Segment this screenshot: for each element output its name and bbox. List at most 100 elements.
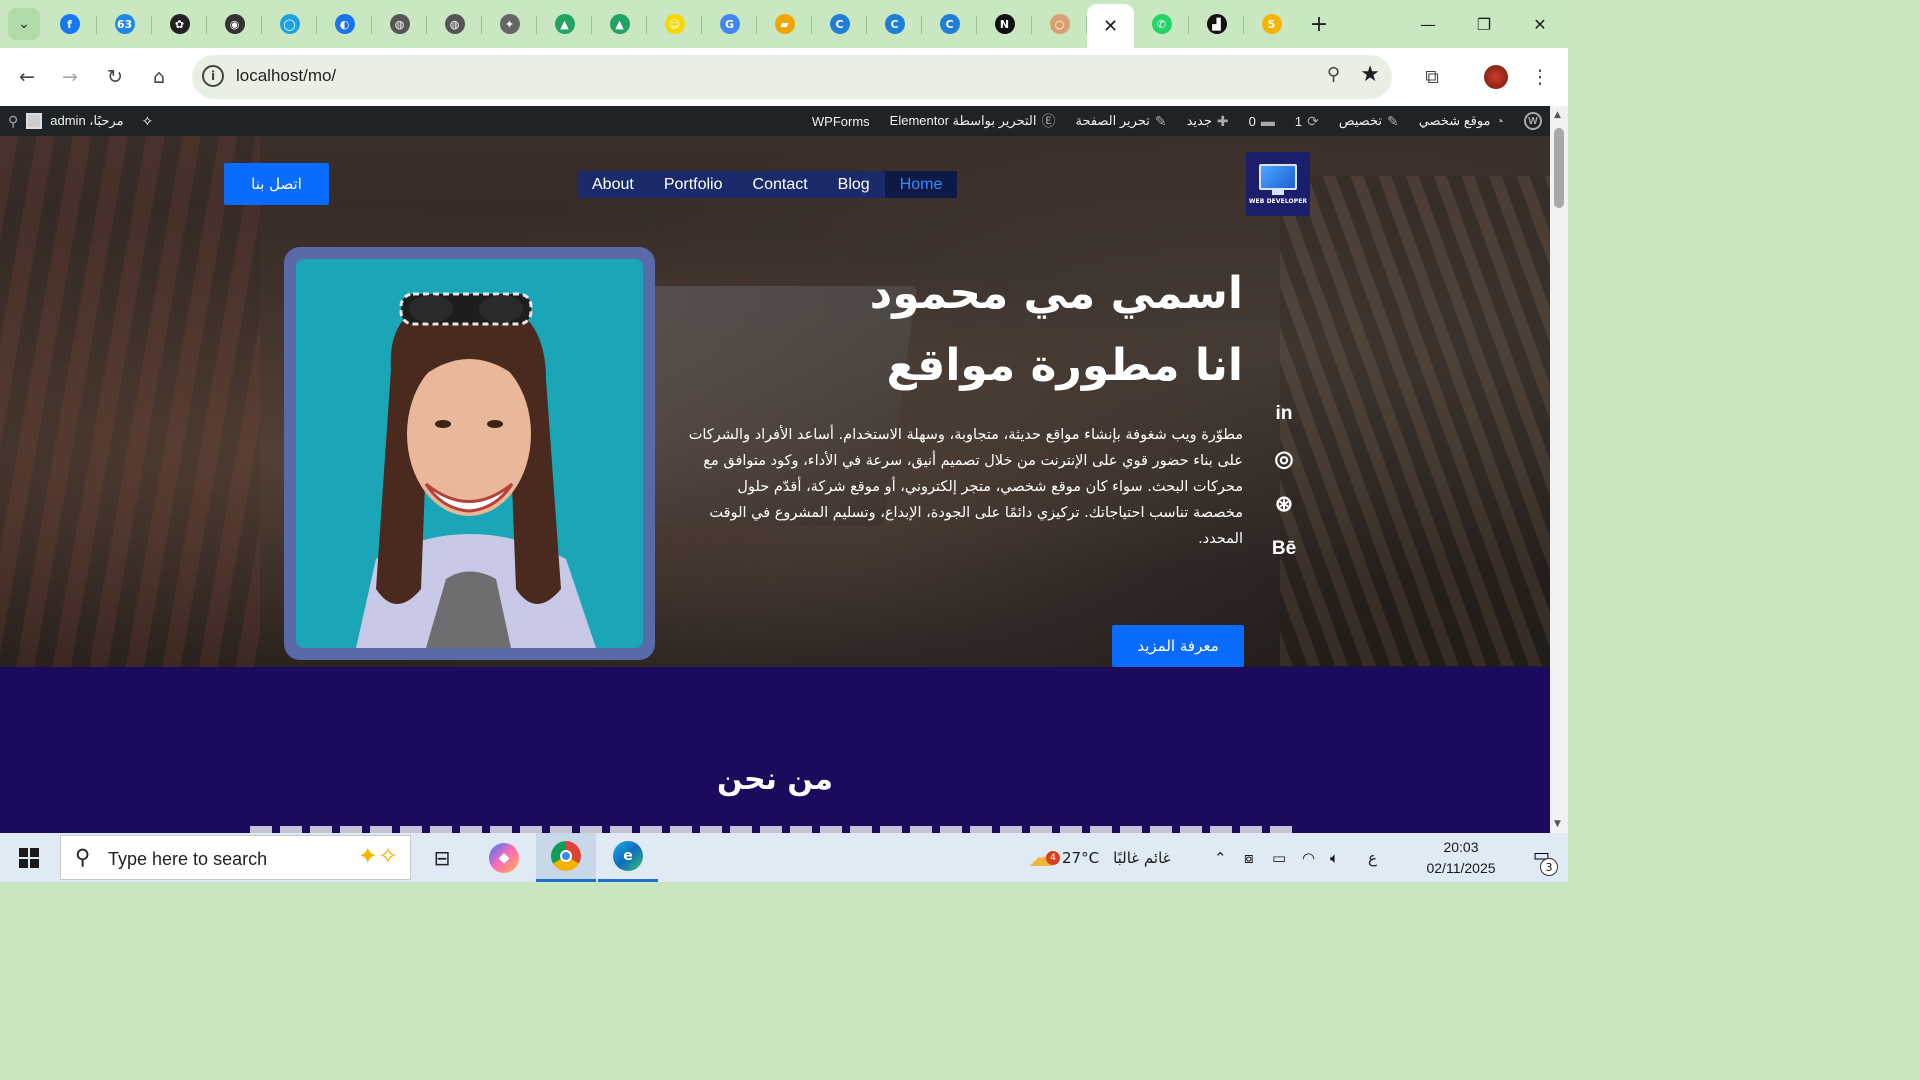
background-photo [0, 136, 260, 667]
avatar [1484, 65, 1508, 89]
browser-tab[interactable]: C [922, 4, 977, 44]
profile-button[interactable] [1480, 61, 1512, 93]
tab-search-button[interactable]: ⌄ [8, 8, 40, 40]
taskbar-search[interactable]: ⚲ Type here to search ✦✧ [60, 835, 411, 880]
browser-tab[interactable]: ◯ [262, 4, 317, 44]
weather-widget[interactable]: ☁ 4 27°C غائم غالبًا [1028, 833, 1170, 882]
back-button[interactable]: ← [11, 61, 43, 93]
zoom-icon[interactable]: ⚲ [1327, 64, 1340, 85]
extensions-button[interactable]: ⧉ [1416, 61, 1448, 93]
scroll-down-arrow-icon[interactable]: ▼ [1554, 819, 1561, 829]
site-logo[interactable]: WEB DEVELOPER [1246, 152, 1310, 216]
wpforms-menu[interactable]: WPForms [812, 114, 870, 129]
site-info-icon[interactable]: i [202, 65, 224, 87]
start-button[interactable] [0, 833, 58, 882]
hidden-icons-button[interactable]: ⌃ [1214, 833, 1227, 882]
scroll-up-arrow-icon[interactable]: ▲ [1554, 110, 1561, 120]
browser-tab[interactable]: ✿ [152, 4, 207, 44]
comments-menu[interactable]: ▬ 0 [1249, 113, 1275, 129]
browser-tab[interactable]: f [42, 4, 97, 44]
browser-tab[interactable]: ◍ [372, 4, 427, 44]
active-browser-tab[interactable]: ✕ [1087, 4, 1134, 48]
browser-tab[interactable]: N [977, 4, 1032, 44]
search-icon[interactable]: ⚲ [8, 113, 18, 130]
chevron-down-icon: ⌄ [18, 16, 30, 32]
edit-page-menu[interactable]: ✎ تحرير الصفحة [1075, 113, 1166, 130]
site-name-menu[interactable]: ◔ موقع شخصي [1419, 113, 1504, 129]
reload-button[interactable]: ↻ [99, 61, 131, 93]
browser-tab[interactable]: G [702, 4, 757, 44]
canva-icon: C [829, 14, 850, 34]
instagram-icon[interactable]: ◎ [1270, 436, 1298, 481]
nav-blog[interactable]: Blog [823, 171, 885, 198]
nav-portfolio[interactable]: Portfolio [649, 171, 738, 198]
browser-tab[interactable]: ◍ [427, 4, 482, 44]
browser-tab[interactable]: C [812, 4, 867, 44]
about-section-title: من نحن [717, 762, 833, 797]
bookmark-star-icon[interactable]: ★ [1360, 62, 1380, 87]
contact-us-button[interactable]: اتصل بنا [224, 163, 329, 205]
close-tab-icon[interactable]: ✕ [1103, 16, 1118, 37]
copilot-button[interactable]: ◆ [474, 833, 534, 882]
globe-icon: ◍ [389, 14, 410, 34]
input-language[interactable]: ع [1368, 833, 1377, 882]
browser-tab[interactable]: C [867, 4, 922, 44]
edge-taskbar-button[interactable]: e [598, 833, 658, 882]
customize-menu[interactable]: ✎ تخصيص [1339, 113, 1399, 130]
scrollbar-thumb[interactable] [1554, 128, 1564, 208]
browser-tab[interactable]: ✦ [482, 4, 537, 44]
volume-icon[interactable]: 🔈︎ [1330, 833, 1339, 882]
restore-icon: ❐ [1476, 14, 1492, 34]
dribbble-icon[interactable]: ⊛ [1270, 481, 1298, 526]
battery-icon[interactable]: ▭ [1272, 833, 1286, 882]
browser-tab[interactable]: ▲ [592, 4, 647, 44]
restore-button[interactable]: ❐ [1456, 0, 1512, 48]
wordpress-logo-icon[interactable]: W [1524, 112, 1542, 130]
menu-button[interactable]: ⋮ [1524, 61, 1556, 93]
canva-icon: C [939, 14, 960, 34]
browser-tab[interactable]: ○ [1032, 4, 1087, 44]
browser-tab[interactable]: 63 [97, 4, 152, 44]
chrome-taskbar-button[interactable] [536, 833, 596, 882]
task-view-button[interactable]: ⊟ [412, 833, 472, 882]
main-nav: About Portfolio Contact Blog Home [577, 171, 958, 198]
learn-more-button[interactable]: معرفة المزيد [1112, 625, 1244, 667]
hero-title: اسمي مي محمود انا مطورة مواقع [643, 258, 1243, 402]
minimize-button[interactable]: — [1400, 0, 1456, 48]
browser-tab[interactable]: ✆ [1134, 4, 1189, 44]
wifi-icon[interactable]: ◠ [1302, 833, 1315, 882]
nav-contact[interactable]: Contact [738, 171, 823, 198]
browser-tab[interactable]: ▟ [1189, 4, 1244, 44]
close-window-button[interactable]: ✕ [1512, 0, 1568, 48]
ai-sparkle-icon[interactable]: ✧ [142, 113, 154, 130]
browser-tab[interactable]: ◉ [207, 4, 262, 44]
snapchat-icon: ☺ [664, 14, 685, 34]
browser-tab[interactable]: ◐ [317, 4, 372, 44]
notification-badge: 3 [1540, 858, 1558, 876]
browser-tab[interactable]: ▲ [537, 4, 592, 44]
system-clock[interactable]: 20:03 02/11/2025 [1416, 837, 1506, 879]
linkedin-icon[interactable]: in [1270, 391, 1298, 436]
nav-about[interactable]: About [577, 171, 649, 198]
user-greeting[interactable]: admin ،مرحبًا [50, 113, 123, 129]
page-scrollbar[interactable]: ▲ ▼ [1550, 106, 1568, 833]
browser-tab[interactable]: 5 [1244, 4, 1299, 44]
elementor-edit-menu[interactable]: Ⓔ التحرير بواسطة Elementor [890, 111, 1056, 131]
url-text[interactable]: localhost/mo/ [236, 66, 336, 86]
user-avatar[interactable] [26, 113, 43, 129]
browser-tab[interactable]: ▰ [757, 4, 812, 44]
address-bar[interactable]: i localhost/mo/ ⚲ ★ [192, 55, 1392, 99]
updates-menu[interactable]: ⟳ 1 [1295, 113, 1319, 130]
elementor-edit-label: التحرير بواسطة Elementor [889, 113, 1037, 128]
page-viewport: WEB DEVELOPER About Portfolio Contact Bl… [0, 136, 1550, 833]
nav-home[interactable]: Home [884, 171, 958, 198]
behance-icon[interactable]: Bē [1270, 526, 1298, 571]
whatsapp-icon: ✆ [1151, 14, 1172, 34]
browser-tab[interactable]: ☺ [647, 4, 702, 44]
new-menu[interactable]: ✚ جديد [1187, 113, 1229, 130]
meet-icon[interactable]: ⧇ [1244, 833, 1254, 882]
home-button[interactable]: ⌂ [143, 61, 175, 93]
new-tab-button[interactable]: + [1299, 4, 1339, 44]
forward-button[interactable]: → [54, 61, 86, 93]
wp-admin-bar: ⚲ admin ،مرحبًا ✧ W ◔ موقع شخصي ✎ تخصيص ⟳ 1… [0, 106, 1550, 136]
